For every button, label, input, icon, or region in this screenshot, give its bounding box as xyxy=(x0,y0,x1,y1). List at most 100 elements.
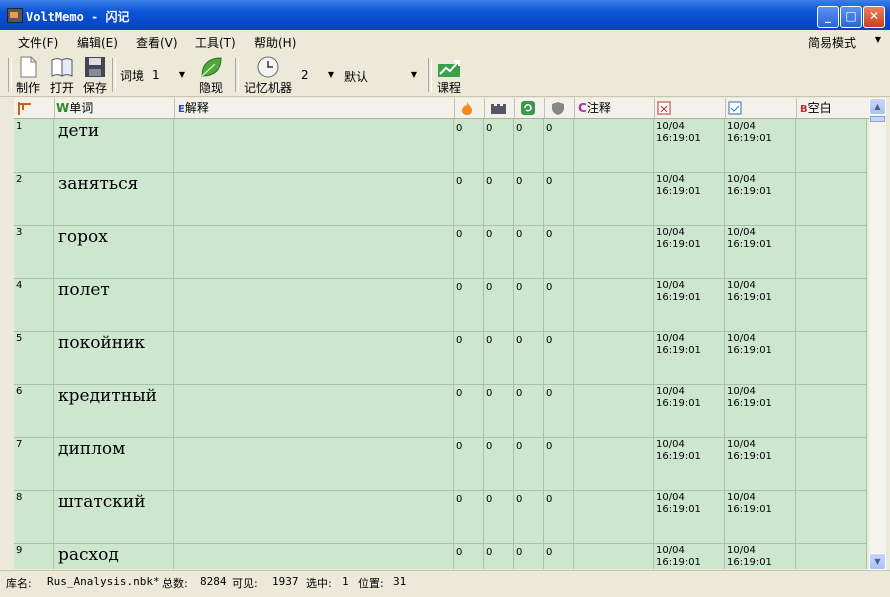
menu-help[interactable]: 帮助(H) xyxy=(254,34,296,51)
course-button[interactable]: 课程 xyxy=(434,56,464,96)
meaning-cell[interactable] xyxy=(174,543,454,569)
blank-cell[interactable] xyxy=(796,331,867,384)
meaning-cell[interactable] xyxy=(174,225,454,278)
column-header-created[interactable] xyxy=(654,98,726,118)
open-button[interactable]: 打开 xyxy=(48,56,76,96)
updated-cell[interactable]: 10/04 16:19:01 xyxy=(725,119,796,172)
stat-c-cell[interactable]: 0 xyxy=(514,490,544,543)
stat-d-cell[interactable]: 0 xyxy=(544,490,574,543)
note-cell[interactable] xyxy=(574,119,654,172)
meaning-cell[interactable] xyxy=(174,437,454,490)
stat-c-cell[interactable]: 0 xyxy=(514,437,544,490)
note-cell[interactable] xyxy=(574,225,654,278)
mode-select[interactable]: 简易模式 ▼ xyxy=(804,32,884,50)
blank-cell[interactable] xyxy=(796,278,867,331)
column-header-shield[interactable] xyxy=(544,98,575,118)
created-cell[interactable]: 10/04 16:19:01 xyxy=(654,331,725,384)
blank-cell[interactable] xyxy=(796,543,867,569)
word-cell[interactable]: диплом xyxy=(54,437,174,490)
created-cell[interactable]: 10/04 16:19:01 xyxy=(654,225,725,278)
updated-cell[interactable]: 10/04 16:19:01 xyxy=(725,543,796,569)
memory-machine-button[interactable]: 记忆机器 xyxy=(242,56,294,96)
created-cell[interactable]: 10/04 16:19:01 xyxy=(654,490,725,543)
vertical-scrollbar[interactable]: ▲ ▼ xyxy=(869,98,886,570)
stat-d-cell[interactable]: 0 xyxy=(544,437,574,490)
meaning-cell[interactable] xyxy=(174,119,454,172)
blank-cell[interactable] xyxy=(796,172,867,225)
stat-b-cell[interactable]: 0 xyxy=(484,543,514,569)
updated-cell[interactable]: 10/04 16:19:01 xyxy=(725,331,796,384)
word-cell[interactable]: дети xyxy=(54,119,174,172)
memory-level-select[interactable]: 2 ▼ xyxy=(297,66,337,84)
context-select[interactable]: 1 ▼ xyxy=(148,66,188,84)
meaning-cell[interactable] xyxy=(174,172,454,225)
menu-edit[interactable]: 编辑(E) xyxy=(77,34,118,51)
stat-a-cell[interactable]: 0 xyxy=(454,278,484,331)
stat-c-cell[interactable]: 0 xyxy=(514,331,544,384)
maximize-button[interactable]: □ xyxy=(840,6,862,28)
created-cell[interactable]: 10/04 16:19:01 xyxy=(654,543,725,569)
stat-c-cell[interactable]: 0 xyxy=(514,543,544,569)
row-index[interactable]: 9 xyxy=(14,543,54,569)
word-cell[interactable]: заняться xyxy=(54,172,174,225)
blank-cell[interactable] xyxy=(796,119,867,172)
meaning-cell[interactable] xyxy=(174,278,454,331)
stat-a-cell[interactable]: 0 xyxy=(454,543,484,569)
make-button[interactable]: 制作 xyxy=(14,56,42,96)
row-index[interactable]: 2 xyxy=(14,172,54,225)
word-grid[interactable]: 1 дети 0 0 0 0 10/04 16:19:01 10/04 16:19:01 2 заня… xyxy=(14,119,867,569)
stat-b-cell[interactable]: 0 xyxy=(484,384,514,437)
created-cell[interactable]: 10/04 16:19:01 xyxy=(654,384,725,437)
note-cell[interactable] xyxy=(574,172,654,225)
updated-cell[interactable]: 10/04 16:19:01 xyxy=(725,437,796,490)
table-row[interactable]: 6 кредитный 0 0 0 0 10/04 16:19:01 10/04 16:19:01 xyxy=(14,384,867,438)
hide-button[interactable]: 隐现 xyxy=(196,56,226,96)
table-row[interactable]: 3 горох 0 0 0 0 10/04 16:19:01 10/04 16:19:01 xyxy=(14,225,867,279)
stat-d-cell[interactable]: 0 xyxy=(544,384,574,437)
row-index[interactable]: 1 xyxy=(14,119,54,172)
created-cell[interactable]: 10/04 16:19:01 xyxy=(654,278,725,331)
updated-cell[interactable]: 10/04 16:19:01 xyxy=(725,225,796,278)
stat-a-cell[interactable]: 0 xyxy=(454,490,484,543)
stat-b-cell[interactable]: 0 xyxy=(484,331,514,384)
column-header-fire[interactable] xyxy=(454,98,485,118)
column-header-word[interactable]: W单词 xyxy=(54,98,175,118)
word-cell[interactable]: полет xyxy=(54,278,174,331)
blank-cell[interactable] xyxy=(796,437,867,490)
stat-c-cell[interactable]: 0 xyxy=(514,172,544,225)
updated-cell[interactable]: 10/04 16:19:01 xyxy=(725,172,796,225)
column-header-refresh[interactable] xyxy=(514,98,545,118)
row-index[interactable]: 7 xyxy=(14,437,54,490)
row-index[interactable]: 3 xyxy=(14,225,54,278)
scroll-up-button[interactable]: ▲ xyxy=(869,98,886,115)
stat-b-cell[interactable]: 0 xyxy=(484,119,514,172)
menu-tools[interactable]: 工具(T) xyxy=(195,34,236,51)
stat-b-cell[interactable]: 0 xyxy=(484,172,514,225)
meaning-cell[interactable] xyxy=(174,331,454,384)
row-index[interactable]: 6 xyxy=(14,384,54,437)
stat-a-cell[interactable]: 0 xyxy=(454,437,484,490)
column-header-updated[interactable] xyxy=(725,98,797,118)
updated-cell[interactable]: 10/04 16:19:01 xyxy=(725,278,796,331)
scroll-thumb[interactable] xyxy=(870,116,885,122)
stat-c-cell[interactable]: 0 xyxy=(514,384,544,437)
word-cell[interactable]: горох xyxy=(54,225,174,278)
note-cell[interactable] xyxy=(574,543,654,569)
note-cell[interactable] xyxy=(574,437,654,490)
table-row[interactable]: 7 диплом 0 0 0 0 10/04 16:19:01 10/04 16:19:01 xyxy=(14,437,867,491)
note-cell[interactable] xyxy=(574,278,654,331)
row-index[interactable]: 5 xyxy=(14,331,54,384)
meaning-cell[interactable] xyxy=(174,490,454,543)
table-row[interactable]: 1 дети 0 0 0 0 10/04 16:19:01 10/04 16:19:01 xyxy=(14,119,867,173)
created-cell[interactable]: 10/04 16:19:01 xyxy=(654,119,725,172)
table-row[interactable]: 5 покойник 0 0 0 0 10/04 16:19:01 10/04 16:19:01 xyxy=(14,331,867,385)
stat-d-cell[interactable]: 0 xyxy=(544,543,574,569)
stat-d-cell[interactable]: 0 xyxy=(544,278,574,331)
close-button[interactable]: ✕ xyxy=(863,6,885,28)
word-cell[interactable]: расход xyxy=(54,543,174,569)
memory-mode-select[interactable]: 默认 ▼ xyxy=(340,66,420,84)
updated-cell[interactable]: 10/04 16:19:01 xyxy=(725,490,796,543)
stat-c-cell[interactable]: 0 xyxy=(514,225,544,278)
stat-a-cell[interactable]: 0 xyxy=(454,384,484,437)
stat-a-cell[interactable]: 0 xyxy=(454,172,484,225)
